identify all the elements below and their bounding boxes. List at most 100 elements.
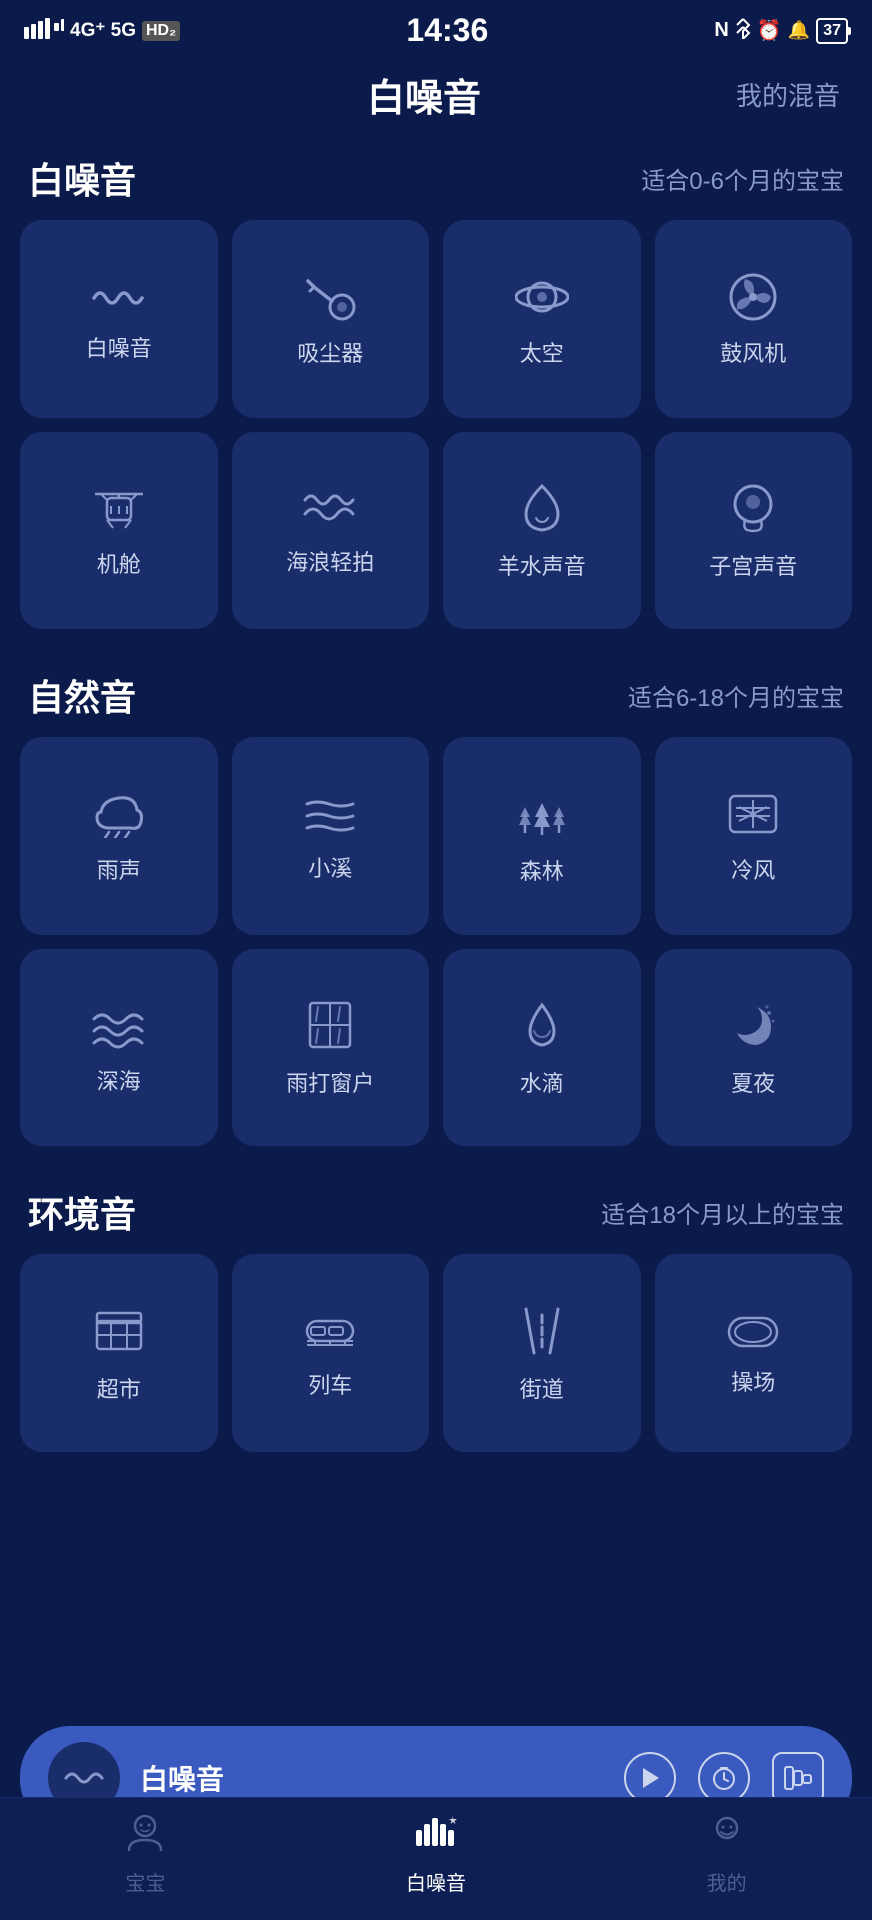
space-icon <box>515 273 569 330</box>
sound-item-gym[interactable]: 操场 <box>655 1254 853 1452</box>
section-ambient-title: 环境音 <box>28 1186 136 1238</box>
section-white-noise-header: 白噪音 适合0-6个月的宝宝 <box>20 142 852 220</box>
amniotic-icon <box>520 482 564 543</box>
sound-item-amniotic[interactable]: 羊水声音 <box>443 432 641 630</box>
stream-icon <box>303 792 357 845</box>
sound-label-white-noise: 白噪音 <box>86 335 152 364</box>
sound-label-cabin: 机舱 <box>97 551 141 580</box>
summer-night-icon <box>727 999 779 1060</box>
white-noise-grid: 白噪音 吸尘器 <box>20 220 852 629</box>
sound-item-space[interactable]: 太空 <box>443 220 641 418</box>
sound-item-vacuum[interactable]: 吸尘器 <box>232 220 430 418</box>
section-nature-header: 自然音 适合6-18个月的宝宝 <box>20 659 852 737</box>
bluetooth-icon <box>735 17 751 45</box>
sound-item-cold-wind[interactable]: 冷风 <box>655 737 853 935</box>
gym-icon <box>725 1311 781 1359</box>
sound-item-supermarket[interactable]: 超市 <box>20 1254 218 1452</box>
sound-label-summer-night: 夏夜 <box>731 1070 775 1099</box>
hd-badge: HD₂ <box>142 21 180 41</box>
section-nature-title: 自然音 <box>28 669 136 721</box>
app-header: 白噪音 我的混音 <box>0 57 872 142</box>
sound-label-space: 太空 <box>520 340 564 369</box>
sound-label-waves: 海浪轻拍 <box>286 549 374 578</box>
alarm-icon: ⏰ <box>757 18 782 43</box>
waves-icon <box>303 486 357 539</box>
section-white-noise-title: 白噪音 <box>28 152 136 204</box>
sound-item-street[interactable]: 街道 <box>443 1254 641 1452</box>
sound-label-street: 街道 <box>520 1376 564 1405</box>
whitenoise-nav-icon <box>414 1814 458 1861</box>
white-noise-icon <box>92 277 146 325</box>
sound-label-rain-window: 雨打窗户 <box>286 1070 374 1099</box>
rain-icon <box>93 790 145 847</box>
cold-wind-icon <box>726 790 780 847</box>
status-bar: 4G⁺ 5G HD₂ 14:36 N ⏰ 🔔 37 <box>0 0 872 57</box>
sound-label-rain: 雨声 <box>97 857 141 886</box>
nav-item-baby[interactable]: 宝宝 <box>95 1814 195 1896</box>
sound-item-fan[interactable]: 鼓风机 <box>655 220 853 418</box>
sound-item-rain-window[interactable]: 雨打窗户 <box>232 949 430 1147</box>
nav-item-whitenoise[interactable]: 白噪音 <box>386 1814 486 1896</box>
sound-item-deep-sea[interactable]: 深海 <box>20 949 218 1147</box>
sound-label-amniotic: 羊水声音 <box>498 553 586 582</box>
status-right: N ⏰ 🔔 37 <box>714 17 848 45</box>
sound-label-deep-sea: 深海 <box>97 1068 141 1097</box>
section-white-noise: 白噪音 适合0-6个月的宝宝 白噪音 <box>20 142 852 629</box>
sound-item-train[interactable]: 列车 <box>232 1254 430 1452</box>
sound-label-forest: 森林 <box>520 858 564 887</box>
nature-grid: 雨声 小溪 <box>20 737 852 1146</box>
sound-label-supermarket: 超市 <box>97 1376 141 1405</box>
sound-label-gym: 操场 <box>731 1369 775 1398</box>
mine-nav-icon <box>707 1814 747 1861</box>
ambient-grid: 超市 列车 <box>20 1254 852 1452</box>
supermarket-icon <box>93 1305 145 1366</box>
main-scroll: 白噪音 适合0-6个月的宝宝 白噪音 <box>0 142 872 1662</box>
status-time: 14:36 <box>406 12 488 49</box>
vacuum-icon <box>304 273 356 330</box>
section-nature-subtitle: 适合6-18个月的宝宝 <box>628 678 844 713</box>
rain-window-icon <box>304 999 356 1060</box>
section-ambient-subtitle: 适合18个月以上的宝宝 <box>601 1195 844 1230</box>
nav-label-whitenoise: 白噪音 <box>406 1867 466 1896</box>
my-mix-button[interactable]: 我的混音 <box>736 76 840 113</box>
sound-label-stream: 小溪 <box>308 855 352 884</box>
page-title: 白噪音 <box>112 67 736 122</box>
sound-label-cold-wind: 冷风 <box>731 857 775 886</box>
cabin-icon <box>93 484 145 541</box>
sound-item-water-drop[interactable]: 水滴 <box>443 949 641 1147</box>
nfc-icon: N <box>714 19 728 42</box>
sound-item-cabin[interactable]: 机舱 <box>20 432 218 630</box>
battery-display: 37 <box>816 18 848 44</box>
section-white-noise-subtitle: 适合0-6个月的宝宝 <box>641 161 844 196</box>
womb-icon <box>727 482 779 543</box>
sound-label-water-drop: 水滴 <box>520 1070 564 1099</box>
section-ambient-header: 环境音 适合18个月以上的宝宝 <box>20 1176 852 1254</box>
deep-sea-icon <box>92 1001 146 1058</box>
nav-label-baby: 宝宝 <box>125 1867 165 1896</box>
sound-item-stream[interactable]: 小溪 <box>232 737 430 935</box>
sound-item-rain[interactable]: 雨声 <box>20 737 218 935</box>
now-playing-title: 白噪音 <box>140 1758 604 1798</box>
sound-item-womb[interactable]: 子宫声音 <box>655 432 853 630</box>
section-nature: 自然音 适合6-18个月的宝宝 雨声 <box>20 659 852 1146</box>
sound-item-summer-night[interactable]: 夏夜 <box>655 949 853 1147</box>
section-ambient: 环境音 适合18个月以上的宝宝 超市 <box>20 1176 852 1452</box>
bottom-navigation: 宝宝 白噪音 我的 <box>0 1797 872 1920</box>
sound-label-womb: 子宫声音 <box>709 553 797 582</box>
train-icon <box>303 1309 357 1362</box>
status-left: 4G⁺ 5G HD₂ <box>24 17 180 44</box>
sound-label-train: 列车 <box>308 1372 352 1401</box>
network-type: 4G⁺ 5G <box>70 19 136 42</box>
sound-item-forest[interactable]: 森林 <box>443 737 641 935</box>
water-drop-icon <box>516 999 568 1060</box>
baby-nav-icon <box>125 1814 165 1861</box>
sound-item-white-noise[interactable]: 白噪音 <box>20 220 218 418</box>
nav-item-mine[interactable]: 我的 <box>677 1814 777 1896</box>
forest-icon <box>515 789 569 848</box>
sound-label-fan: 鼓风机 <box>720 340 786 369</box>
nav-label-mine: 我的 <box>707 1867 747 1896</box>
sound-label-vacuum: 吸尘器 <box>297 340 363 369</box>
fan-icon <box>727 273 779 330</box>
sound-item-waves[interactable]: 海浪轻拍 <box>232 432 430 630</box>
street-icon <box>516 1305 568 1366</box>
